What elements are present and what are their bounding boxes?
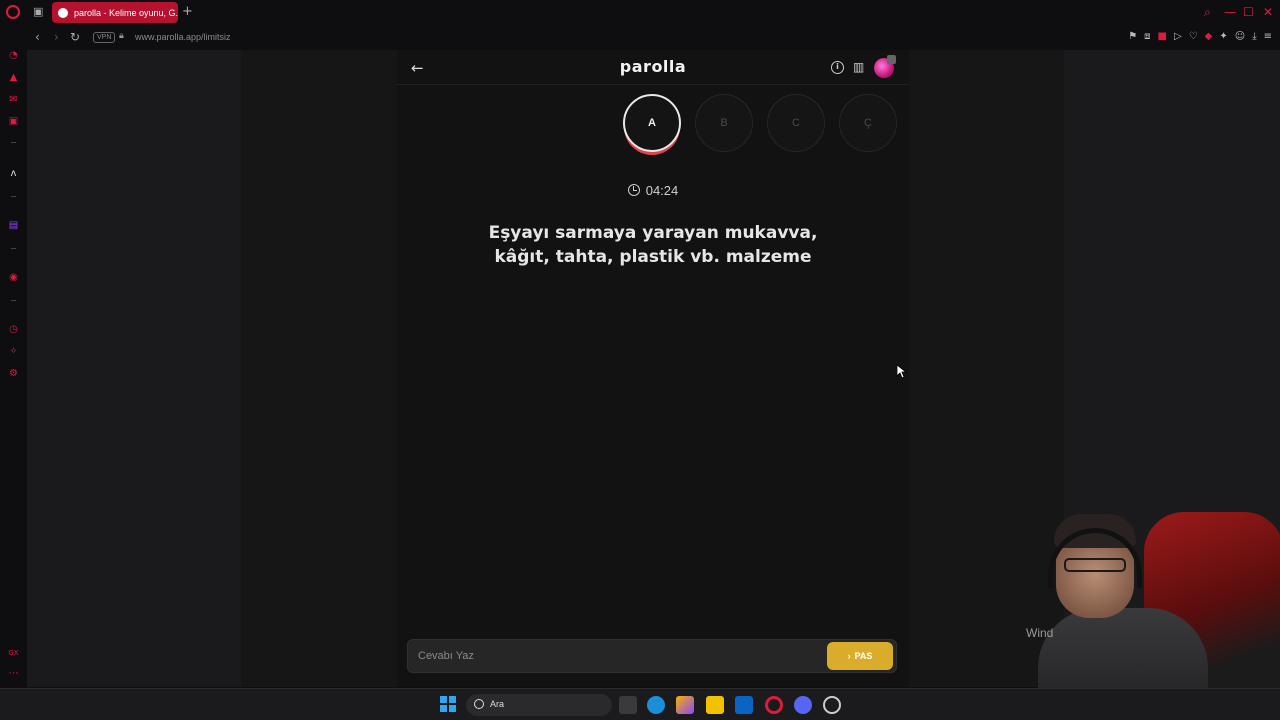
copilot-icon[interactable]: [676, 696, 694, 714]
question-line: Eşyayı sarmaya yarayan mukavva,: [488, 223, 818, 243]
info-icon[interactable]: i: [831, 61, 844, 74]
twitch-icon[interactable]: ▤: [8, 220, 19, 231]
letter-c: C: [767, 94, 825, 152]
outlook-icon[interactable]: [735, 696, 753, 714]
chevron-right-icon: ›: [847, 651, 851, 661]
parolla-app: ← parolla i ▥ A B C Ç 04:24 Eşyayı sarma…: [397, 50, 909, 687]
letter-a: A: [623, 94, 681, 152]
opera-logo-icon[interactable]: [6, 5, 20, 19]
pass-label: PAS: [854, 651, 873, 661]
sidebar-divider: [11, 248, 16, 249]
discord-icon[interactable]: [794, 696, 812, 714]
browser-tab-bar: ▣ parolla - Kelime oyunu, G... + ⌕ — ☐ ✕: [0, 0, 1280, 25]
search-tabs-icon[interactable]: ⌕: [1204, 5, 1211, 20]
taskbar: Ara: [0, 688, 1280, 720]
answer-input[interactable]: [408, 640, 818, 672]
parolla-favicon-icon: [58, 7, 68, 18]
gx-icon[interactable]: GX: [8, 648, 19, 659]
app-header: ← parolla i ▥: [397, 50, 909, 85]
app-icon[interactable]: ʌ: [8, 168, 19, 179]
opera-gx-taskbar-icon[interactable]: [765, 696, 783, 714]
history-icon[interactable]: ◷: [8, 324, 19, 335]
back-nav-icon[interactable]: ‹: [35, 30, 40, 44]
snapshot-icon[interactable]: ⧈: [1144, 31, 1150, 42]
answer-bar: ›PAS: [407, 639, 897, 673]
workspace-icon[interactable]: ▲: [8, 72, 19, 83]
file-explorer-icon[interactable]: [706, 696, 724, 714]
new-tab-plus-icon[interactable]: +: [182, 4, 193, 19]
forward-nav-icon[interactable]: ›: [54, 30, 59, 44]
download-icon[interactable]: ⤓: [1252, 31, 1256, 42]
clock-icon: [627, 184, 640, 196]
mail-icon[interactable]: ✉: [8, 94, 19, 105]
letter-c-cedilla: Ç: [839, 94, 897, 152]
search-label: Ara: [490, 699, 505, 709]
vpn-badge[interactable]: VPN: [93, 32, 116, 43]
sidebar-divider: [11, 300, 16, 301]
glasses: [1064, 558, 1126, 572]
edge-icon[interactable]: [647, 696, 665, 714]
minimize-icon[interactable]: —: [1224, 5, 1236, 19]
pass-button[interactable]: › PAS: [827, 642, 893, 670]
close-window-icon[interactable]: ✕: [1263, 5, 1273, 19]
windows-start-icon[interactable]: [440, 696, 456, 712]
extensions-icon[interactable]: ✦: [1219, 31, 1227, 42]
url-field[interactable]: www.parolla.app/limitsiz: [135, 32, 231, 42]
browser-tab-parolla[interactable]: parolla - Kelime oyunu, G...: [52, 2, 178, 23]
maximize-icon[interactable]: ☐: [1243, 5, 1254, 19]
lock-icon[interactable]: 🔒︎: [119, 31, 124, 41]
extension-app-icon[interactable]: ◆: [1205, 31, 1213, 42]
account-icon[interactable]: ☺: [1235, 31, 1245, 42]
heart-icon[interactable]: ♡: [1189, 31, 1198, 42]
browser-toolbar: ⚑ ⧈ ■ ▷ ♡ ◆ ✦ ☺ ⤓ ≡: [1128, 31, 1272, 42]
messenger-icon[interactable]: ▣: [8, 116, 19, 127]
taskbar-search[interactable]: Ara: [466, 694, 612, 716]
badge-icon: [887, 55, 896, 64]
timer-value: 04:24: [645, 183, 679, 198]
settings-taskbar-icon[interactable]: [823, 696, 841, 714]
sidebar-divider: [11, 142, 16, 143]
settings-icon[interactable]: ⚙: [8, 368, 19, 379]
bookmark-icon[interactable]: ⚑: [1128, 31, 1137, 42]
question-line: kâğıt, tahta, plastik vb. malzeme: [494, 247, 812, 267]
workspaces-icon[interactable]: ▣: [33, 6, 45, 18]
browser-sidebar: ◔ ▲ ✉ ▣ ʌ ▤ ◉ ◷ ✧ ⚙ GX ⋯: [0, 50, 27, 687]
question-text: Eşyayı sarmaya yarayan mukavva, kâğıt, t…: [437, 221, 869, 269]
search-icon: [474, 699, 484, 709]
menu-icon[interactable]: ≡: [1264, 31, 1272, 42]
player-icon[interactable]: ▷: [1174, 31, 1182, 42]
mouse-cursor-icon: [897, 365, 907, 379]
tab-title: parolla - Kelime oyunu, G...: [74, 7, 178, 18]
sidebar-divider: [11, 196, 16, 197]
aria-icon[interactable]: ◔: [8, 50, 19, 61]
more-icon[interactable]: ⋯: [8, 668, 19, 679]
activation-watermark: Wind: [1026, 626, 1054, 640]
screen: ▣ parolla - Kelime oyunu, G... + ⌕ — ☐ ✕…: [0, 0, 1280, 720]
address-bar: ‹ › ↻ VPN 🔒︎ www.parolla.app/limitsiz ⚑ …: [0, 25, 1280, 50]
timer: 04:24: [397, 183, 909, 198]
task-view-icon[interactable]: [619, 696, 637, 714]
player-sidebar-icon[interactable]: ◉: [8, 272, 19, 283]
letter-b: B: [695, 94, 753, 152]
stats-chart-icon[interactable]: ▥: [853, 60, 864, 74]
pocket-icon[interactable]: ■: [1158, 31, 1167, 42]
reload-icon[interactable]: ↻: [70, 30, 80, 44]
extensions-sidebar-icon[interactable]: ✧: [8, 346, 19, 357]
